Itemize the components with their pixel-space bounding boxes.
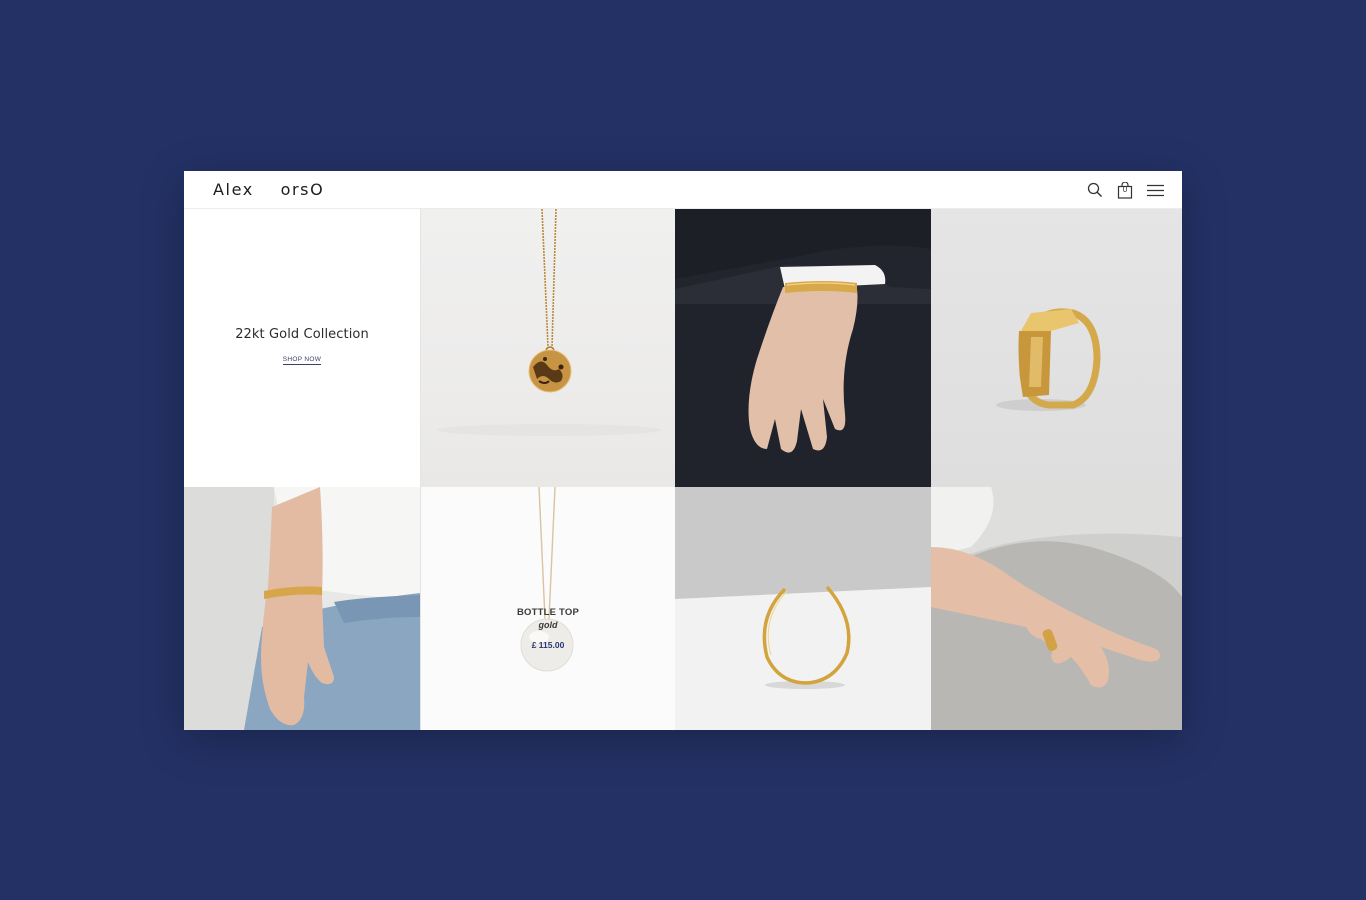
browser-window: Alex orsO 0 22kt Gold Collection SHOP NO… [184,171,1182,730]
menu-icon[interactable] [1146,181,1164,199]
product-image-pendant-necklace[interactable] [420,209,675,487]
product-image-mens-cuff[interactable] [675,209,931,487]
product-card-bottle-top[interactable]: BOTTLE TOP gold £ 115.00 [420,487,675,730]
product-image-open-bangle[interactable] [675,487,931,730]
collection-title: 22kt Gold Collection [235,327,369,342]
shop-now-link[interactable]: SHOP NOW [184,356,420,365]
promo-tile: 22kt Gold Collection SHOP NOW [184,209,420,487]
bag-icon[interactable]: 0 [1116,181,1134,199]
product-variant: gold [538,620,558,630]
search-icon[interactable] [1086,181,1104,199]
product-image-womens-bangle[interactable] [184,487,420,730]
header-actions: 0 [1086,181,1164,199]
site-header: Alex orsO 0 [184,171,1182,209]
product-image-signet-ring[interactable] [931,209,1182,487]
product-price: £ 115.00 [531,640,565,650]
brand-logo[interactable]: Alex orsO [213,180,324,199]
cart-count: 0 [1122,185,1128,194]
product-name[interactable]: BOTTLE TOP [421,607,675,618]
shop-now-label[interactable]: SHOP NOW [282,356,322,365]
product-image-hand-ring[interactable] [931,487,1182,730]
